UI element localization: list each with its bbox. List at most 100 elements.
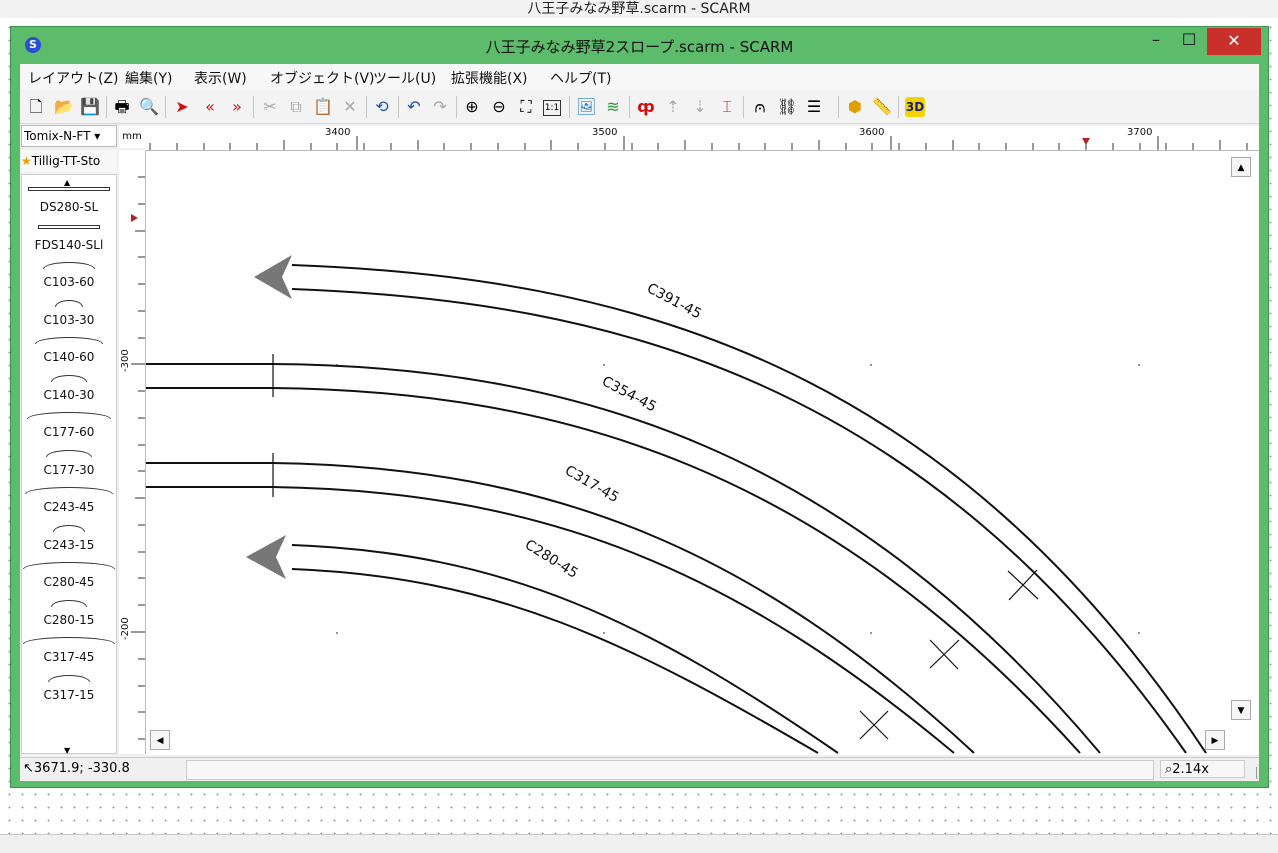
insulated-icon[interactable]: ⌶ xyxy=(717,97,737,117)
horizontal-ruler: 3400 3500 3600 3700 xyxy=(145,126,1259,151)
scroll-left-button[interactable]: ◀ xyxy=(150,730,170,750)
list-item[interactable]: FDS140-SLl xyxy=(22,221,116,259)
background-status-bar xyxy=(0,834,1278,853)
zoom-in-icon[interactable]: ⊕ xyxy=(462,97,482,117)
horizontal-ruler-ticks xyxy=(149,136,1248,150)
copy-icon[interactable]: ⧉ xyxy=(286,97,306,117)
arrow-left-icon xyxy=(254,255,292,299)
menu-edit[interactable]: 編集(Y) xyxy=(125,68,172,88)
list-item[interactable]: C243-45 xyxy=(22,483,116,521)
layers-icon[interactable]: ≋ xyxy=(603,97,623,117)
cut-icon[interactable]: ✂ xyxy=(260,97,280,117)
ruler-marker-icon xyxy=(1082,138,1090,145)
next-icon[interactable]: » xyxy=(227,97,247,117)
delete-icon[interactable]: ✕ xyxy=(340,97,360,117)
menu-extensions[interactable]: 拡張機能(X) xyxy=(451,68,528,88)
menu-bar: レイアウト(Z) 編集(Y) 表示(W) オブジェクト(V) ツール(U) 拡張… xyxy=(20,64,1259,90)
library-select[interactable]: Tomix-N-FT ▾ xyxy=(21,125,117,147)
minimize-button[interactable]: – xyxy=(1141,28,1171,55)
one-to-one-icon[interactable]: 1:1 xyxy=(543,100,561,116)
print-icon[interactable]: 🖶 xyxy=(112,97,132,117)
client-area: レイアウト(Z) 編集(Y) 表示(W) オブジェクト(V) ツール(U) 拡張… xyxy=(20,64,1259,781)
scroll-right-button[interactable]: ▶ xyxy=(1205,730,1225,750)
status-message-field xyxy=(186,760,1154,780)
list-item[interactable]: C243-15 xyxy=(22,521,116,559)
tunnel-icon[interactable]: ⛓ xyxy=(777,97,797,117)
new-file-icon[interactable]: 🗋 xyxy=(26,97,46,117)
track-label-c280: C280-45 xyxy=(522,537,581,582)
menu-object[interactable]: オブジェクト(V) xyxy=(270,68,375,88)
undo-icon[interactable]: ↶ xyxy=(404,97,424,117)
list-item[interactable]: C280-15 xyxy=(22,596,116,634)
list-item[interactable]: C177-60 xyxy=(22,408,116,446)
library-select-value: Tomix-N-FT xyxy=(24,129,91,143)
measure-icon[interactable]: 📏 xyxy=(872,97,892,117)
paste-icon[interactable]: 📋 xyxy=(313,97,333,117)
menu-help[interactable]: ヘルプ(T) xyxy=(550,68,611,88)
list-icon[interactable]: ☰ xyxy=(804,97,824,117)
level-up-icon[interactable]: ⇡ xyxy=(663,97,683,117)
menu-view[interactable]: 表示(W) xyxy=(194,68,247,88)
pointer-icon: ↖ xyxy=(23,761,34,776)
resize-grip[interactable] xyxy=(1244,767,1257,779)
level-down-icon[interactable]: ⇣ xyxy=(690,97,710,117)
background-image-icon[interactable]: 🖼 xyxy=(576,97,596,117)
print-preview-icon[interactable]: 🔍 xyxy=(139,97,159,117)
library-favorite[interactable]: ★Tillig-TT-Sto xyxy=(21,150,117,172)
window-title: 八王子みなみ野草2スロープ.scarm - SCARM xyxy=(485,38,794,56)
status-coordinates: ↖3671.9; -330.8 xyxy=(23,761,130,776)
ruler-unit: mm xyxy=(119,126,146,148)
status-zoom[interactable]: ⌕2.14x xyxy=(1160,760,1245,778)
star-icon: ★ xyxy=(21,154,32,168)
list-item[interactable]: C317-45 xyxy=(22,633,116,671)
object-icon[interactable]: ⬢ xyxy=(845,97,865,117)
list-item[interactable]: C177-30 xyxy=(22,446,116,484)
track-library-list[interactable]: DS280-SL FDS140-SLl C103-60 C103-30 C140… xyxy=(21,174,117,754)
status-bar: ↖3671.9; -330.8 ⌕2.14x xyxy=(20,757,1259,781)
select-arrow-icon[interactable]: ➤ xyxy=(172,97,192,117)
3d-view-icon[interactable]: 3D xyxy=(905,97,925,117)
track-rail-c317-inner xyxy=(146,486,955,754)
arrow-left-icon xyxy=(246,535,286,579)
list-item[interactable]: C103-30 xyxy=(22,296,116,334)
zoom-out-icon[interactable]: ⊖ xyxy=(489,97,509,117)
track-height-icon[interactable]: ȹ xyxy=(636,97,656,117)
list-item[interactable]: C317-15 xyxy=(22,671,116,709)
scroll-up-button[interactable]: ▲ xyxy=(1231,157,1251,177)
library-scroll-up-icon[interactable]: ▲ xyxy=(64,178,70,187)
track-rail-c391-inner xyxy=(291,288,1187,754)
redo-icon[interactable]: ↷ xyxy=(430,97,450,117)
track-rail-c317-outer xyxy=(146,462,975,754)
save-icon[interactable]: 💾 xyxy=(80,97,100,117)
title-bar[interactable]: S 八王子みなみ野草2スロープ.scarm - SCARM – ☐ ✕ xyxy=(11,27,1268,63)
list-item[interactable]: C280-45 xyxy=(22,558,116,596)
library-scroll-down-icon[interactable]: ▼ xyxy=(64,746,70,755)
menu-tools[interactable]: ツール(U) xyxy=(373,68,436,88)
close-button[interactable]: ✕ xyxy=(1207,28,1261,55)
background-window-title: 八王子みなみ野草.scarm - SCARM xyxy=(0,0,1278,18)
track-drawing[interactable]: C391-45 C354-45 C317-45 C280-45 xyxy=(146,151,1259,755)
track-rail-c391-outer xyxy=(291,264,1207,754)
menu-layout[interactable]: レイアウト(Z) xyxy=(28,68,119,88)
maximize-button[interactable]: ☐ xyxy=(1174,28,1204,55)
open-folder-icon[interactable]: 📂 xyxy=(54,97,74,117)
list-item[interactable]: C140-60 xyxy=(22,333,116,371)
library-favorite-label: Tillig-TT-Sto xyxy=(31,154,101,168)
bridge-icon[interactable]: ⩀ xyxy=(750,97,770,117)
list-item[interactable]: DS280-SL xyxy=(22,183,116,221)
prev-icon[interactable]: « xyxy=(200,97,220,117)
rotate-icon[interactable]: ⟲ xyxy=(372,97,392,117)
scroll-down-button[interactable]: ▼ xyxy=(1231,700,1251,720)
vertical-ruler-ticks xyxy=(131,176,145,740)
track-label-c317: C317-45 xyxy=(562,463,621,507)
list-item[interactable]: C103-60 xyxy=(22,258,116,296)
track-rail-c280-inner xyxy=(291,568,819,754)
track-rail-c354-inner xyxy=(146,387,1081,754)
track-joint-marks xyxy=(859,570,1039,740)
fit-icon[interactable]: ⛶ xyxy=(516,97,536,117)
layout-canvas[interactable]: C391-45 C354-45 C317-45 C280-45 xyxy=(146,151,1259,755)
track-end-arrows xyxy=(246,255,292,579)
track-label-c354: C354-45 xyxy=(599,373,659,415)
list-item[interactable]: C140-30 xyxy=(22,371,116,409)
track-label-c391: C391-45 xyxy=(644,280,704,322)
